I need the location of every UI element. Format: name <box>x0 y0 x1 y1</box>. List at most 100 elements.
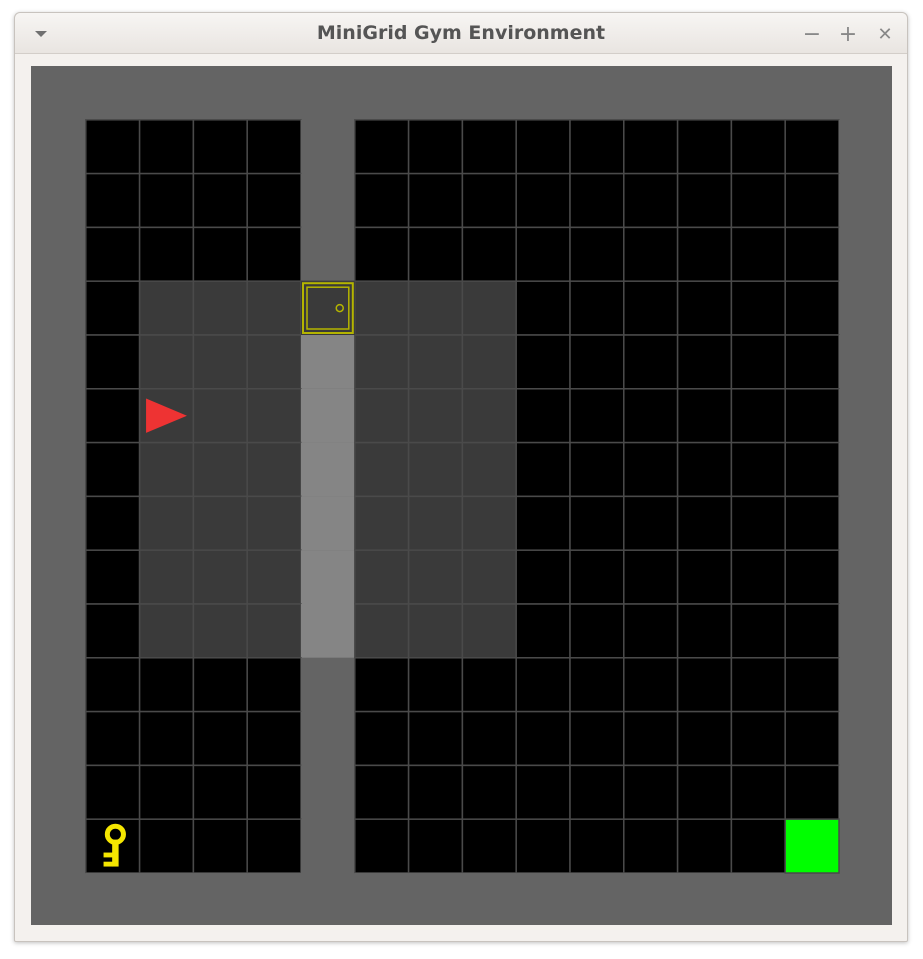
wall-cell <box>32 173 86 228</box>
floor-cell <box>85 119 141 175</box>
floor-cell <box>354 764 410 820</box>
wall-cell <box>32 657 86 712</box>
floor-cell <box>138 657 195 713</box>
floor-cell <box>407 334 464 390</box>
floor-cell <box>246 280 302 336</box>
title-bar[interactable]: MiniGrid Gym Environment − + ✕ <box>15 13 907 54</box>
floor-cell <box>515 657 571 713</box>
floor-cell <box>784 226 840 282</box>
floor-cell <box>784 603 840 659</box>
wall-cell <box>839 765 892 820</box>
floor-cell <box>246 172 302 229</box>
floor-cell <box>354 657 410 713</box>
floor-cell <box>676 657 733 713</box>
floor-cell <box>623 119 679 175</box>
floor-cell <box>246 764 302 820</box>
floor-cell <box>676 334 733 390</box>
floor-cell <box>730 119 786 175</box>
wall-cell <box>32 765 86 820</box>
floor-cell <box>730 226 786 282</box>
floor-cell <box>461 172 517 229</box>
floor-cell <box>85 334 141 390</box>
floor-cell <box>623 657 679 713</box>
floor-cell <box>246 441 302 498</box>
floor-cell <box>85 280 141 336</box>
floor-cell <box>515 280 571 336</box>
floor-cell <box>676 603 733 659</box>
wall-cell <box>839 873 892 925</box>
floor-cell <box>192 119 248 175</box>
wall-cell <box>677 873 732 925</box>
minimize-button[interactable]: − <box>800 22 824 47</box>
floor-cell <box>85 710 141 767</box>
floor-cell <box>730 441 786 498</box>
maximize-button[interactable]: + <box>836 22 860 47</box>
floor-cell <box>85 172 141 229</box>
floor-cell <box>515 388 571 444</box>
floor-cell <box>246 226 302 282</box>
close-button[interactable]: ✕ <box>873 22 897 46</box>
floor-cell <box>407 764 464 820</box>
floor-cell <box>192 603 248 659</box>
floor-cell <box>246 119 302 175</box>
wall-cell <box>839 119 892 174</box>
wall-cell <box>677 66 732 120</box>
floor-cell <box>730 280 786 336</box>
floor-cell <box>676 818 733 874</box>
floor-cell <box>246 334 302 390</box>
game-canvas[interactable] <box>31 66 892 925</box>
floor-cell <box>569 657 625 713</box>
wall-cell <box>408 66 463 120</box>
app-window: MiniGrid Gym Environment − + ✕ <box>14 12 908 942</box>
floor-cell <box>515 818 571 874</box>
floor-cell <box>246 388 302 444</box>
floor-cell <box>192 657 248 713</box>
floor-cell <box>730 549 786 605</box>
wall-cell <box>32 711 86 766</box>
wall-cell <box>623 873 678 925</box>
wall-cell <box>32 873 86 925</box>
key-tooth-icon <box>103 861 114 867</box>
floor-cell <box>138 226 195 282</box>
wall-cell <box>462 873 517 925</box>
wall-cell <box>193 66 248 120</box>
floor-cell <box>354 603 410 659</box>
floor-cell <box>138 495 195 551</box>
floor-cell <box>461 764 517 820</box>
floor-cell <box>569 226 625 282</box>
wall-cell <box>85 66 140 120</box>
floor-cell <box>407 657 464 713</box>
floor-cell <box>784 710 840 767</box>
floor-cell <box>407 710 464 767</box>
wall-cell <box>247 66 301 120</box>
wall-cell <box>301 765 355 820</box>
floor-cell <box>354 818 410 874</box>
floor-cell <box>623 710 679 767</box>
floor-cell <box>192 818 248 874</box>
floor-cell <box>192 710 248 767</box>
floor-cell <box>85 495 141 551</box>
floor-cell <box>246 603 302 659</box>
floor-cell <box>730 657 786 713</box>
floor-cell <box>569 334 625 390</box>
floor-cell <box>85 388 141 444</box>
floor-cell <box>246 657 302 713</box>
floor-cell <box>515 549 571 605</box>
wall-cell <box>32 442 86 497</box>
floor-cell <box>85 603 141 659</box>
floor-cell <box>192 441 248 498</box>
floor-cell <box>569 549 625 605</box>
wall-cell <box>301 335 355 389</box>
floor-cell <box>676 495 733 551</box>
floor-cell <box>515 441 571 498</box>
wall-cell <box>354 66 409 120</box>
wall-cell <box>301 388 355 443</box>
floor-cell <box>569 441 625 498</box>
floor-cell <box>730 818 786 874</box>
floor-cell <box>246 818 302 874</box>
floor-cell <box>192 495 248 551</box>
floor-cell <box>730 710 786 767</box>
floor-cell <box>515 119 571 175</box>
floor-cell <box>515 764 571 820</box>
floor-cell <box>569 495 625 551</box>
